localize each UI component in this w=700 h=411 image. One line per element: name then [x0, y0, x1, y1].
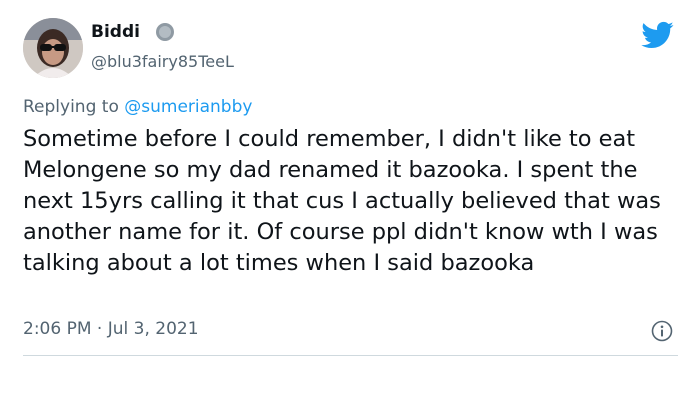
tweet-time[interactable]: 2:06 PM: [23, 319, 92, 339]
divider: [23, 355, 678, 356]
info-icon[interactable]: [651, 320, 673, 342]
reply-line: Replying to @sumerianbby: [23, 97, 252, 117]
reply-prefix: Replying to: [23, 97, 119, 117]
twitter-bird-icon[interactable]: [640, 18, 674, 52]
tweet-date[interactable]: Jul 3, 2021: [108, 319, 199, 339]
author-name[interactable]: Biddi: [91, 22, 140, 42]
author-handle[interactable]: @blu3fairy85TeeL: [91, 52, 234, 71]
tweet-timestamp[interactable]: 2:06 PM · Jul 3, 2021: [23, 319, 199, 339]
tweet-text: Sometime before I could remember, I didn…: [23, 126, 661, 276]
timestamp-separator: ·: [96, 319, 103, 339]
reply-mention-link[interactable]: @sumerianbby: [124, 97, 252, 117]
avatar-image: [23, 18, 83, 78]
gray-circle-badge-icon: [156, 23, 174, 41]
avatar[interactable]: [23, 18, 83, 78]
